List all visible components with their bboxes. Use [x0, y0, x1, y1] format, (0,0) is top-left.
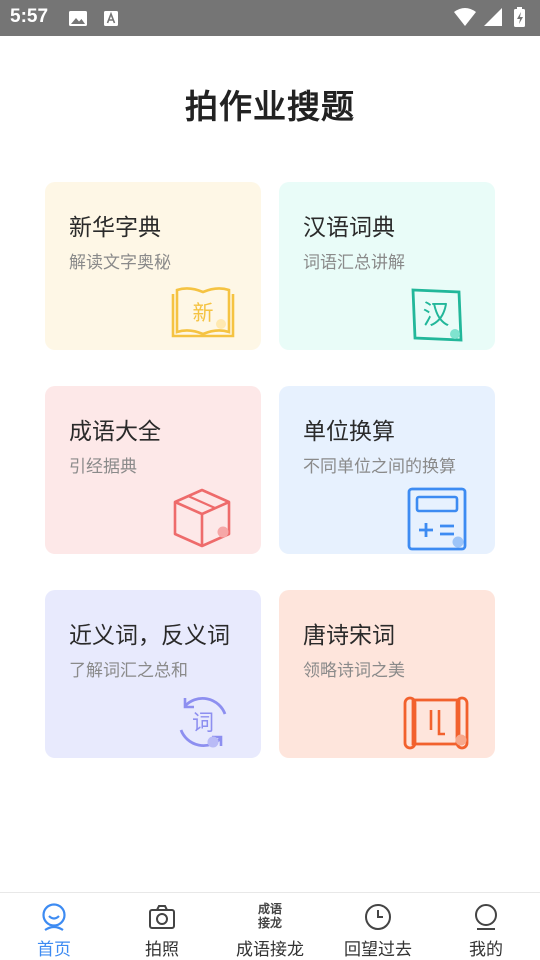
idiom-icon-line-2: 接龙 — [257, 916, 282, 930]
home-face-icon — [42, 903, 66, 931]
han-icon-char: 汉 — [423, 300, 450, 331]
card-title: 唐诗宋词 — [303, 623, 395, 649]
cycle-icon-char: 词 — [192, 711, 214, 736]
nav-label: 成语接龙 — [236, 940, 304, 960]
signal-icon — [484, 8, 502, 26]
calculator-icon — [407, 487, 467, 551]
card-subtitle: 引经据典 — [69, 457, 137, 477]
han-icon: 汉 — [411, 288, 463, 342]
camera-icon — [149, 905, 175, 929]
status-time: 5:57 — [10, 6, 49, 27]
page-title: 拍作业搜题 — [185, 87, 355, 126]
card-subtitle: 不同单位之间的换算 — [303, 457, 456, 477]
card-idiom-collection[interactable]: 成语大全 引经据典 — [45, 386, 261, 554]
card-tang-song-poetry[interactable]: 唐诗宋词 领略诗词之美 — [279, 590, 495, 758]
cycle-ci-icon: 词 — [179, 697, 227, 748]
font-notification-icon — [104, 11, 118, 26]
book-icon-char: 新 — [193, 301, 214, 325]
status-bar: 5:57 — [0, 0, 540, 36]
battery-icon — [514, 7, 525, 27]
cube-icon — [173, 488, 231, 548]
card-title: 汉语词典 — [303, 215, 395, 241]
nav-profile[interactable]: 我的 — [432, 893, 540, 960]
wifi-icon — [454, 8, 476, 26]
nav-label: 首页 — [37, 940, 71, 960]
card-title: 近义词，反义词 — [69, 623, 230, 649]
nav-label: 我的 — [469, 940, 503, 960]
nav-home[interactable]: 首页 — [0, 893, 108, 960]
nav-camera[interactable]: 拍照 — [108, 893, 216, 960]
card-subtitle: 领略诗词之美 — [303, 661, 405, 681]
card-subtitle: 了解词汇之总和 — [69, 661, 188, 681]
status-icons — [454, 7, 525, 27]
idiom-icon-line-1: 成语 — [257, 902, 282, 916]
card-subtitle: 解读文字奥秘 — [69, 253, 171, 273]
card-synonym-antonym[interactable]: 近义词，反义词 了解词汇之总和 词 — [45, 590, 261, 758]
scroll-icon — [403, 696, 469, 750]
nav-look-back[interactable]: 回望过去 — [324, 893, 432, 960]
nav-idiom-chain[interactable]: 成语 接龙 成语接龙 — [216, 893, 324, 960]
nav-label: 拍照 — [145, 940, 179, 960]
card-unit-conversion[interactable]: 单位换算 不同单位之间的换算 — [279, 386, 495, 554]
nav-label: 回望过去 — [344, 940, 412, 960]
card-subtitle: 词语汇总讲解 — [303, 253, 405, 273]
card-chinese-dictionary[interactable]: 汉语词典 词语汇总讲解 汉 — [279, 182, 495, 350]
profile-icon — [475, 904, 497, 930]
card-title: 新华字典 — [69, 215, 161, 241]
card-xinhua-dictionary[interactable]: 新华字典 解读文字奥秘 新 — [45, 182, 261, 350]
bottom-nav: 首页 拍照 成语 接龙 成语接龙 回望过去 我的 — [0, 892, 540, 960]
book-icon: 新 — [171, 287, 235, 338]
idiom-icon: 成语 接龙 — [216, 902, 324, 930]
clock-icon — [365, 904, 391, 930]
image-notification-icon — [69, 11, 87, 26]
card-title: 单位换算 — [303, 419, 395, 445]
card-title: 成语大全 — [69, 419, 161, 445]
